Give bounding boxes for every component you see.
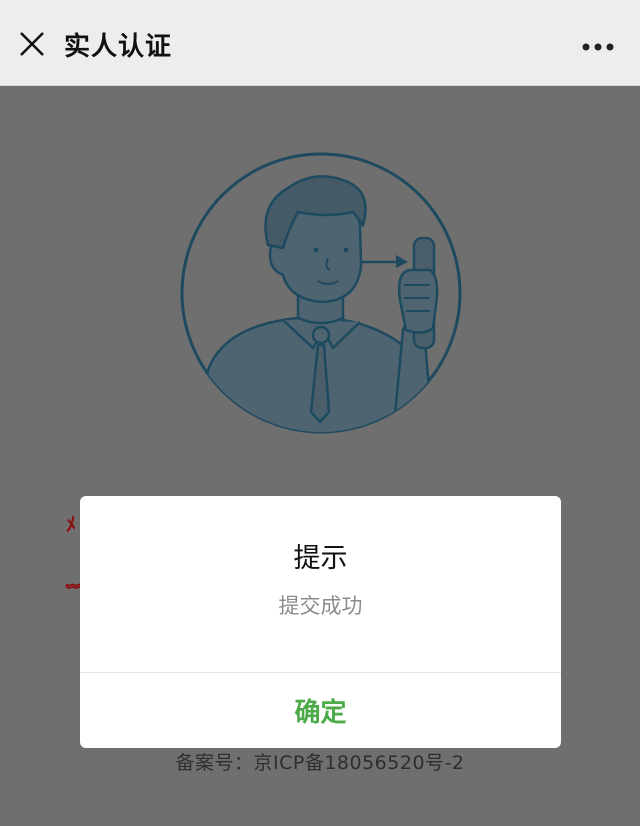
confirm-button[interactable]: 确定 — [80, 673, 561, 748]
dialog-message: 提交成功 — [278, 594, 363, 618]
alert-dialog: 提示 提交成功 确定 — [80, 496, 561, 748]
dialog-title: 提示 — [293, 543, 348, 574]
